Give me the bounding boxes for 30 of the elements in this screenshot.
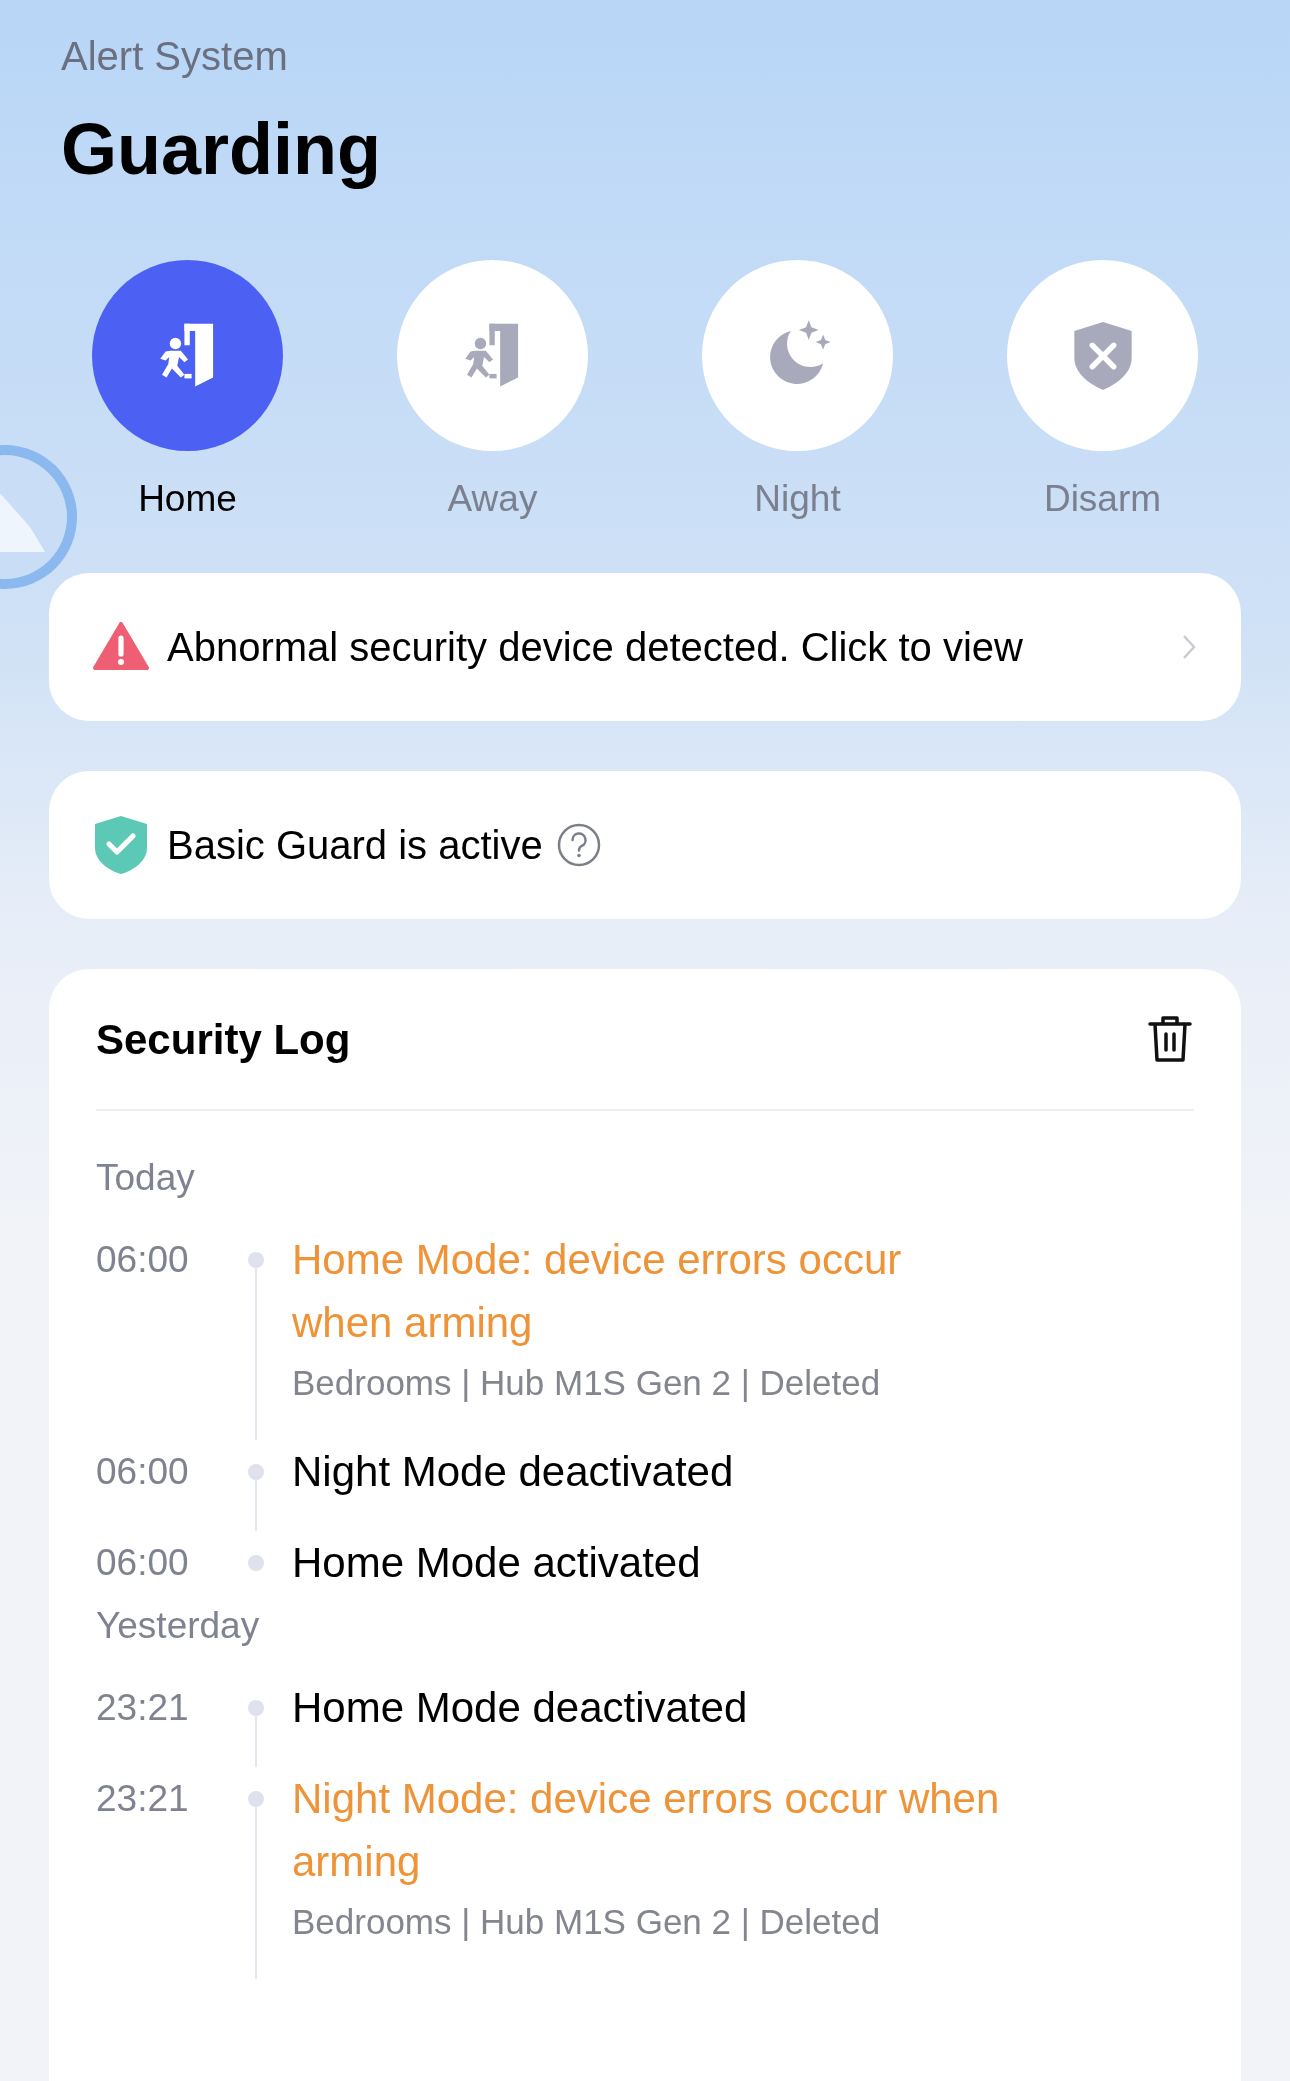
chevron-right-icon bbox=[1181, 633, 1197, 661]
log-event-detail: Bedrooms | Hub M1S Gen 2 | Deleted bbox=[292, 1901, 882, 1943]
app-subtitle: Alert System bbox=[61, 33, 289, 80]
log-event-title: Night Mode deactivated bbox=[292, 1447, 734, 1497]
log-event-title: Home Mode deactivated bbox=[292, 1683, 748, 1733]
log-time: 06:00 bbox=[96, 1541, 190, 1585]
alert-card[interactable]: Abnormal security device detected. Click to view bbox=[49, 573, 1241, 721]
mode-label: Night bbox=[754, 477, 841, 521]
log-title: Security Log bbox=[96, 1014, 351, 1065]
log-event-title: Home Mode: device errors occur when arming bbox=[292, 1235, 903, 1348]
warning-icon bbox=[93, 622, 149, 672]
log-event-title: Home Mode activated bbox=[292, 1538, 701, 1588]
log-event-detail: Bedrooms | Hub M1S Gen 2 | Deleted bbox=[292, 1362, 882, 1404]
trash-icon[interactable] bbox=[1146, 1014, 1194, 1064]
mode-label: Disarm bbox=[1043, 477, 1162, 521]
mode-label: Away bbox=[447, 477, 538, 521]
mode-label: Home bbox=[138, 477, 237, 521]
log-time: 23:21 bbox=[96, 1777, 190, 1821]
log-date-heading: Today bbox=[96, 1156, 196, 1200]
shield-check-icon bbox=[93, 814, 149, 876]
log-date-heading: Yesterday bbox=[96, 1604, 261, 1648]
page-title: Guarding bbox=[61, 108, 382, 191]
log-time: 06:00 bbox=[96, 1238, 190, 1282]
floating-bubble-icon[interactable] bbox=[0, 442, 80, 592]
log-time: 06:00 bbox=[96, 1450, 190, 1494]
guard-status: Basic Guard is active bbox=[167, 822, 543, 869]
log-time: 23:21 bbox=[96, 1686, 190, 1730]
log-event-title: Night Mode: device errors occur when arming bbox=[292, 1774, 1001, 1887]
help-icon[interactable] bbox=[556, 823, 601, 867]
alert-message: Abnormal security device detected. Click to view bbox=[167, 624, 1024, 671]
